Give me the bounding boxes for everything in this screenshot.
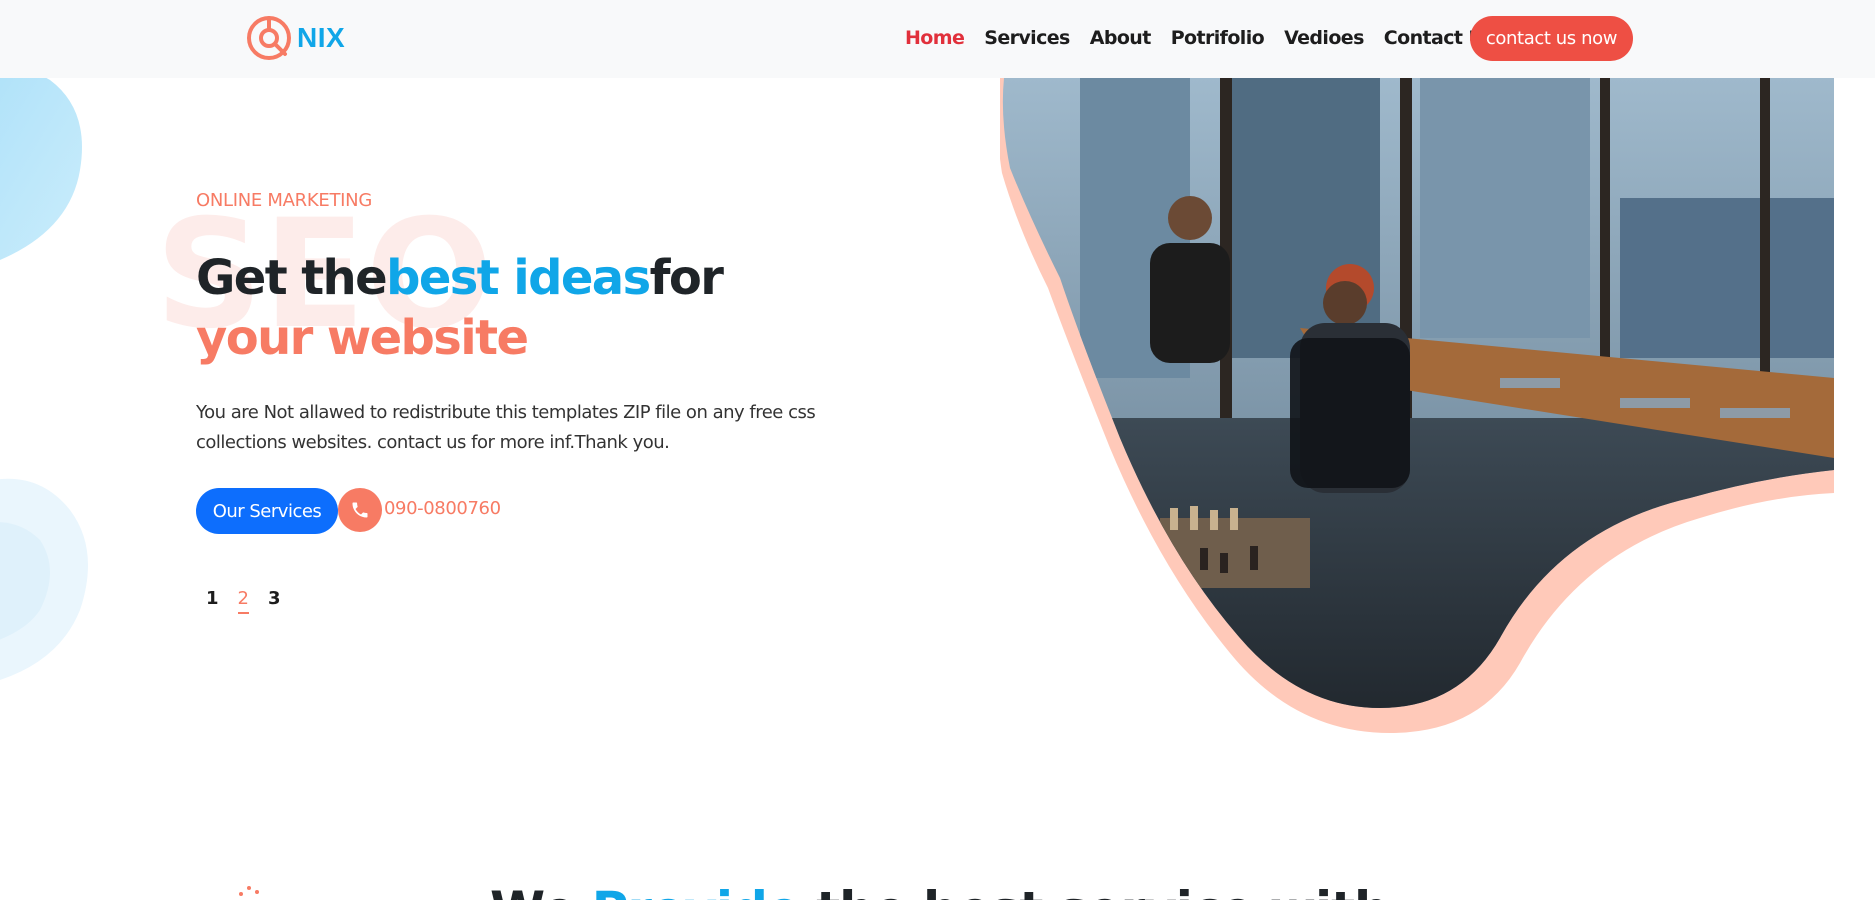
section-heading-part1: We [490,881,592,900]
office-team-photo [1000,78,1834,733]
slide-1-link[interactable]: 1 [206,588,219,614]
slider-pagination: 1 2 3 [206,588,281,614]
phone-icon[interactable] [338,488,382,532]
contact-us-now-button[interactable]: contact us now [1470,16,1633,61]
hero-title-part3: for [649,250,724,306]
brand-name: NIX [297,22,346,53]
nav-portfolio[interactable]: Potrifolio [1171,27,1265,49]
blue-blob-decoration [0,65,82,260]
landing-page: NIX Home Services About Potrifolio Vedio… [0,0,1875,900]
phone-glyph-icon [352,502,368,518]
hero-title: Get thebest ideasfor your website [196,248,836,368]
section-heading-part3: the best service with [800,881,1389,900]
brand-logo[interactable]: NIX [245,14,345,62]
phone-number-link[interactable]: 090-0800760 [384,498,501,519]
slide-2-link[interactable]: 2 [237,588,249,614]
hero-title-part4: your website [196,310,529,366]
slide-3-link[interactable]: 3 [268,588,281,614]
section-heading: We Provide the best service with [490,880,1390,900]
sparkle-icon [239,886,259,896]
hero-description: You are Not allawed to redistribute this… [196,402,816,453]
light-blue-blob-decoration [0,478,88,680]
nav-home[interactable]: Home [905,27,965,49]
hero-title-part2: best ideas [386,250,651,306]
nav-about[interactable]: About [1090,27,1152,49]
main-nav: Home Services About Potrifolio Vedioes C… [905,16,1514,60]
nav-services[interactable]: Services [984,27,1070,49]
site-header: NIX Home Services About Potrifolio Vedio… [0,0,1875,78]
section-heading-part2: Provide [592,881,801,900]
target-logo-icon [247,16,291,60]
nav-videos[interactable]: Vedioes [1284,27,1364,49]
our-services-button[interactable]: Our Services [196,488,338,534]
hero-tagline: ONLINE MARKETING [196,190,372,211]
hero-title-part1: Get the [196,250,388,306]
